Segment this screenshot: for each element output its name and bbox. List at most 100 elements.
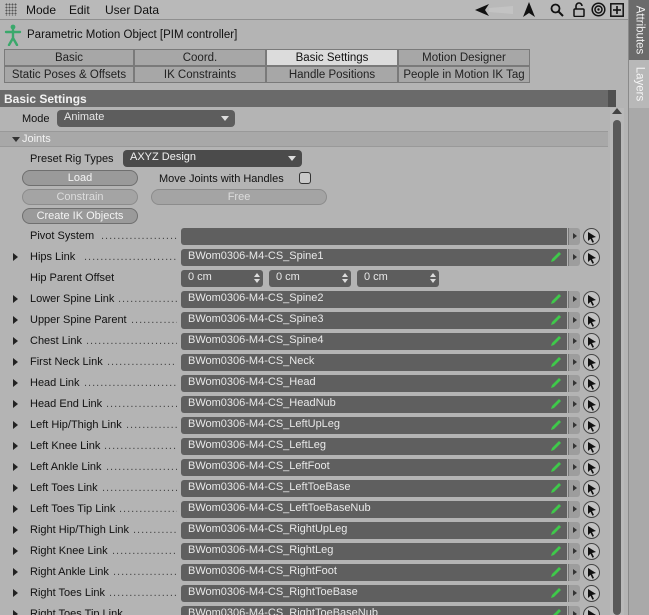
- scrollbar-thumb[interactable]: [613, 120, 621, 615]
- pick-object-icon[interactable]: [583, 396, 600, 413]
- expand-triangle-icon[interactable]: [13, 421, 18, 429]
- pick-object-icon[interactable]: [583, 522, 600, 539]
- field-menu-arrow-icon[interactable]: [568, 564, 580, 581]
- tab-static-poses-offsets[interactable]: Static Poses & Offsets: [4, 66, 134, 83]
- pick-object-icon[interactable]: [583, 291, 600, 308]
- joints-group-header[interactable]: Joints: [0, 131, 608, 147]
- field-menu-arrow-icon[interactable]: [568, 480, 580, 497]
- field-menu-arrow-icon[interactable]: [568, 501, 580, 518]
- joint-link-field[interactable]: BWom0306-M4-CS_Spine3: [181, 312, 567, 329]
- field-menu-arrow-icon[interactable]: [568, 522, 580, 539]
- tab-motion-designer[interactable]: Motion Designer: [398, 49, 530, 66]
- pick-object-icon[interactable]: [583, 228, 600, 245]
- joint-link-field[interactable]: BWom0306-M4-CS_RightUpLeg: [181, 522, 567, 539]
- pick-object-icon[interactable]: [583, 585, 600, 602]
- constrain-button[interactable]: Constrain: [22, 189, 138, 205]
- tab-coord[interactable]: Coord.: [134, 49, 266, 66]
- expand-triangle-icon[interactable]: [13, 379, 18, 387]
- pick-object-icon[interactable]: [583, 543, 600, 560]
- expand-triangle-icon[interactable]: [13, 568, 18, 576]
- joint-link-field[interactable]: BWom0306-M4-CS_Neck: [181, 354, 567, 371]
- expand-triangle-icon[interactable]: [13, 589, 18, 597]
- field-menu-arrow-icon[interactable]: [568, 396, 580, 413]
- mode-dropdown[interactable]: Animate: [57, 110, 235, 127]
- joint-link-field[interactable]: BWom0306-M4-CS_RightToeBaseNub: [181, 606, 567, 615]
- joint-link-field[interactable]: BWom0306-M4-CS_LeftFoot: [181, 459, 567, 476]
- tab-basic[interactable]: Basic: [4, 49, 134, 66]
- side-tab-attributes[interactable]: Attributes: [629, 0, 649, 60]
- field-menu-arrow-icon[interactable]: [568, 417, 580, 434]
- joint-link-field[interactable]: BWom0306-M4-CS_LeftToeBase: [181, 480, 567, 497]
- menu-edit[interactable]: Edit: [69, 3, 90, 17]
- target-icon[interactable]: [590, 1, 606, 18]
- expand-triangle-icon[interactable]: [13, 253, 18, 261]
- joint-link-field[interactable]: BWom0306-M4-CS_Head: [181, 375, 567, 392]
- lock-icon[interactable]: [571, 1, 587, 18]
- expand-triangle-icon[interactable]: [13, 358, 18, 366]
- expand-triangle-icon[interactable]: [13, 526, 18, 534]
- pick-object-icon[interactable]: [583, 375, 600, 392]
- field-menu-arrow-icon[interactable]: [568, 459, 580, 476]
- field-menu-arrow-icon[interactable]: [568, 291, 580, 308]
- load-button[interactable]: Load: [22, 170, 138, 186]
- spinner-arrows-icon[interactable]: [254, 273, 260, 283]
- tab-ik-constraints[interactable]: IK Constraints: [134, 66, 266, 83]
- joint-link-field[interactable]: BWom0306-M4-CS_LeftUpLeg: [181, 417, 567, 434]
- spinner-arrows-icon[interactable]: [430, 273, 436, 283]
- pivot-system-field[interactable]: [181, 228, 567, 245]
- pick-object-icon[interactable]: [583, 438, 600, 455]
- expand-triangle-icon[interactable]: [13, 463, 18, 471]
- expand-triangle-icon[interactable]: [13, 442, 18, 450]
- pointer-icon[interactable]: [521, 1, 537, 18]
- joint-link-field[interactable]: BWom0306-M4-CS_Spine4: [181, 333, 567, 350]
- tab-people-in-motion-ik-tag[interactable]: People in Motion IK Tag: [398, 66, 530, 83]
- hip-offset-x-field[interactable]: 0 cm: [181, 270, 263, 287]
- field-menu-arrow-icon[interactable]: [568, 312, 580, 329]
- search-icon[interactable]: [549, 1, 565, 18]
- pick-object-icon[interactable]: [583, 333, 600, 350]
- field-menu-arrow-icon[interactable]: [568, 438, 580, 455]
- free-button[interactable]: Free: [151, 189, 327, 205]
- field-menu-arrow-icon[interactable]: [568, 228, 580, 245]
- joint-link-field[interactable]: BWom0306-M4-CS_RightFoot: [181, 564, 567, 581]
- expand-triangle-icon[interactable]: [13, 610, 18, 615]
- field-menu-arrow-icon[interactable]: [568, 606, 580, 615]
- pick-object-icon[interactable]: [583, 501, 600, 518]
- joint-link-field[interactable]: BWom0306-M4-CS_RightToeBase: [181, 585, 567, 602]
- hip-offset-y-field[interactable]: 0 cm: [269, 270, 351, 287]
- pick-object-icon[interactable]: [583, 459, 600, 476]
- menu-mode[interactable]: Mode: [26, 3, 56, 17]
- spinner-arrows-icon[interactable]: [342, 273, 348, 283]
- move-joints-checkbox[interactable]: [299, 172, 311, 184]
- field-menu-arrow-icon[interactable]: [568, 543, 580, 560]
- field-menu-arrow-icon[interactable]: [568, 375, 580, 392]
- field-menu-arrow-icon[interactable]: [568, 249, 580, 266]
- expand-triangle-icon[interactable]: [13, 505, 18, 513]
- pick-object-icon[interactable]: [583, 564, 600, 581]
- tab-handle-positions[interactable]: Handle Positions: [266, 66, 398, 83]
- preset-rig-types-dropdown[interactable]: AXYZ Design: [123, 150, 302, 167]
- joint-link-field[interactable]: BWom0306-M4-CS_LeftLeg: [181, 438, 567, 455]
- field-menu-arrow-icon[interactable]: [568, 333, 580, 350]
- pick-object-icon[interactable]: [583, 354, 600, 371]
- menu-user-data[interactable]: User Data: [105, 3, 159, 17]
- joint-link-field[interactable]: BWom0306-M4-CS_HeadNub: [181, 396, 567, 413]
- expand-triangle-icon[interactable]: [13, 295, 18, 303]
- pick-object-icon[interactable]: [583, 312, 600, 329]
- hip-offset-z-field[interactable]: 0 cm: [357, 270, 439, 287]
- side-tab-layers[interactable]: Layers: [629, 60, 649, 108]
- pick-object-icon[interactable]: [583, 249, 600, 266]
- expand-triangle-icon[interactable]: [13, 547, 18, 555]
- pick-object-icon[interactable]: [583, 606, 600, 615]
- expand-triangle-icon[interactable]: [13, 337, 18, 345]
- expand-triangle-icon[interactable]: [13, 400, 18, 408]
- create-ik-objects-button[interactable]: Create IK Objects: [22, 208, 138, 224]
- pick-object-icon[interactable]: [583, 480, 600, 497]
- field-menu-arrow-icon[interactable]: [568, 354, 580, 371]
- tab-basic-settings[interactable]: Basic Settings: [266, 49, 398, 66]
- joint-link-field[interactable]: BWom0306-M4-CS_Spine2: [181, 291, 567, 308]
- scroll-up-arrow-icon[interactable]: [612, 108, 622, 114]
- new-panel-icon[interactable]: [609, 1, 625, 18]
- hips-link-field[interactable]: BWom0306-M4-CS_Spine1: [181, 249, 567, 266]
- joint-link-field[interactable]: BWom0306-M4-CS_LeftToeBaseNub: [181, 501, 567, 518]
